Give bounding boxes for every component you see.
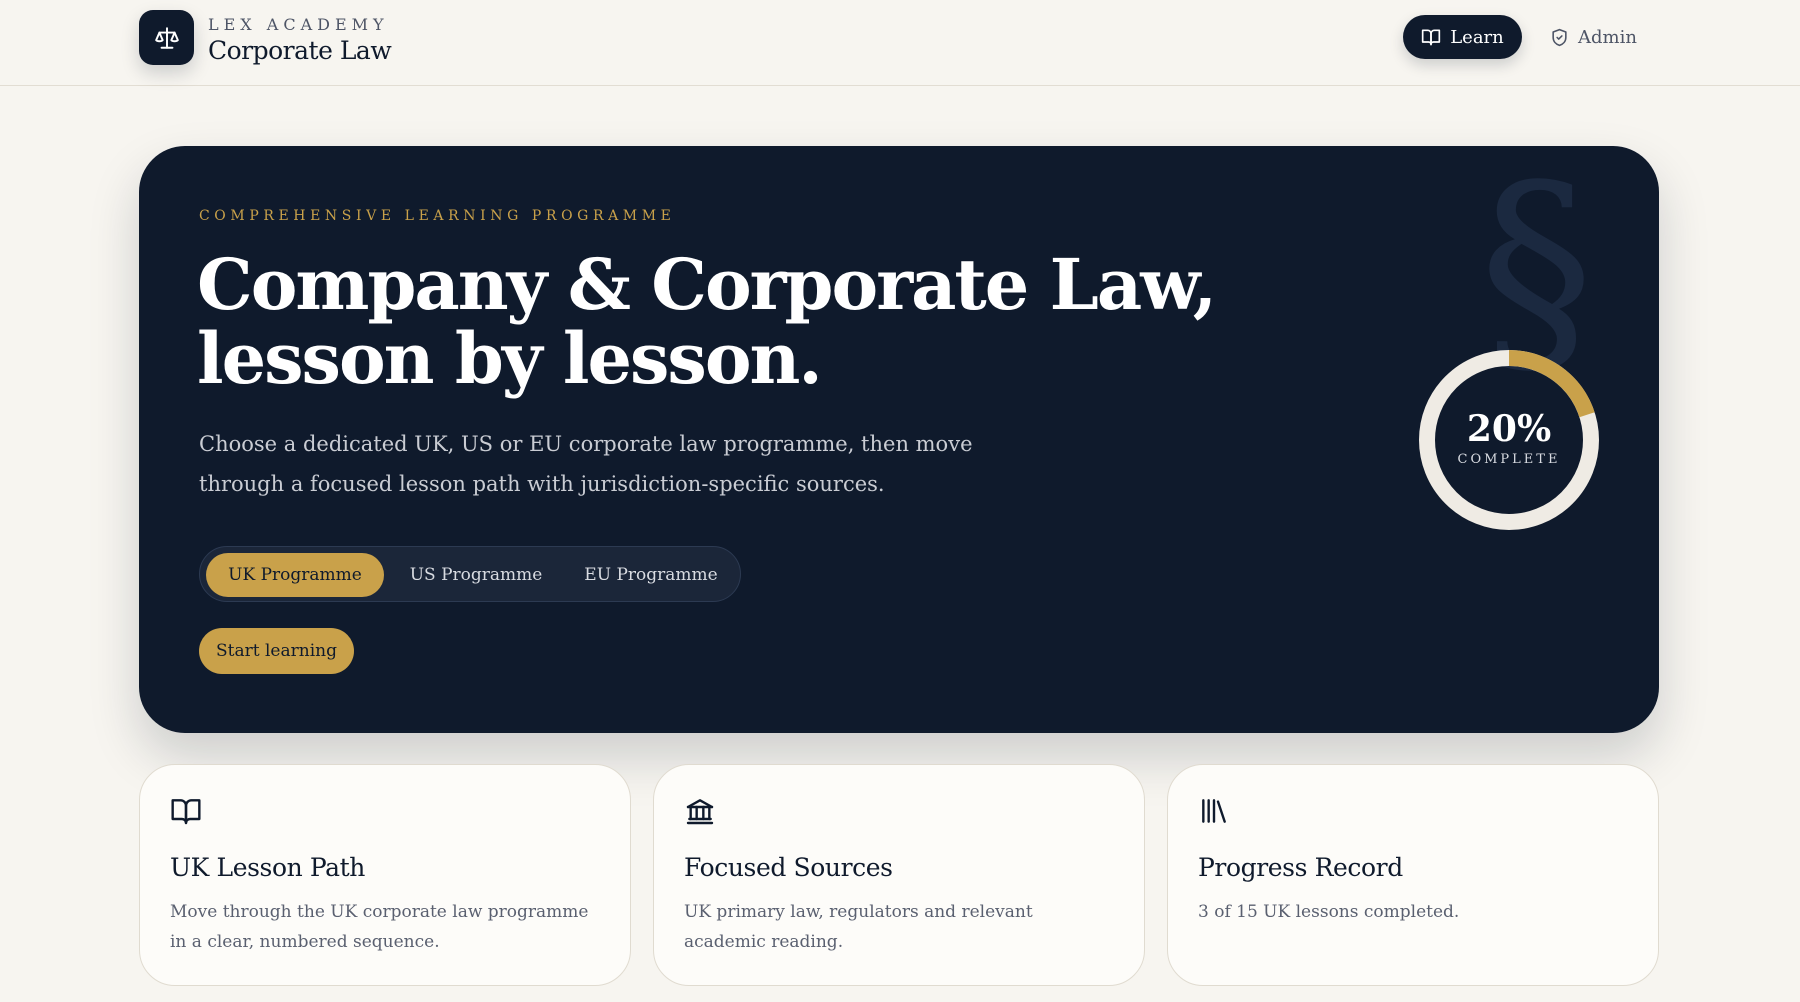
progress-percent: 20% [1466, 408, 1552, 450]
hero-panel: § COMPREHENSIVE LEARNING PROGRAMME Compa… [139, 146, 1659, 733]
card-title: Progress Record [1198, 853, 1403, 882]
top-header: LEX ACADEMY Corporate Law Learn Admin [0, 0, 1800, 86]
programme-tab-us[interactable]: US Programme [390, 553, 562, 597]
hero-description: Choose a dedicated UK, US or EU corporat… [199, 432, 973, 496]
hero-headline-line1: Company & Corporate Law, [197, 243, 1217, 326]
card-lesson-path[interactable]: UK Lesson Path Move through the UK corpo… [139, 764, 631, 986]
scales-icon [154, 26, 179, 49]
hero-headline: Company & Corporate Law, lesson by lesso… [197, 248, 1297, 396]
card-progress-record[interactable]: Progress Record 3 of 15 UK lessons compl… [1167, 764, 1659, 986]
open-book-icon [1422, 29, 1441, 46]
programme-tab-eu[interactable]: EU Programme [566, 553, 736, 597]
card-title: Focused Sources [684, 853, 893, 882]
card-title: UK Lesson Path [170, 853, 365, 882]
nav-learn-button[interactable]: Learn [1403, 15, 1522, 59]
courthouse-icon [686, 799, 714, 825]
progress-label: COMPLETE [1457, 452, 1561, 467]
nav-admin-link[interactable]: Admin [1550, 15, 1637, 59]
hero-kicker: COMPREHENSIVE LEARNING PROGRAMME [199, 208, 676, 224]
card-focused-sources[interactable]: Focused Sources UK primary law, regulato… [653, 764, 1145, 986]
programme-tab-uk[interactable]: UK Programme [206, 553, 384, 597]
hero-headline-line2: lesson by lesson. [197, 317, 823, 400]
brand-kicker: LEX ACADEMY [208, 15, 389, 34]
shield-check-icon [1552, 28, 1567, 46]
brand-logo[interactable] [139, 10, 194, 65]
card-body: Move through the UK corporate law progra… [170, 902, 589, 952]
nav-learn-label: Learn [1450, 26, 1504, 48]
progress-ring: 20% COMPLETE [1417, 348, 1601, 532]
nav-admin-label: Admin [1578, 26, 1637, 48]
programme-switcher: UK Programme US Programme EU Programme [199, 546, 741, 602]
start-learning-button[interactable]: Start learning [199, 628, 354, 674]
library-icon [1202, 799, 1226, 823]
brand-title: Corporate Law [208, 36, 392, 65]
card-body: 3 of 15 UK lessons completed. [1198, 902, 1460, 922]
open-book-icon [171, 799, 201, 825]
card-body: UK primary law, regulators and relevant … [684, 902, 1033, 952]
